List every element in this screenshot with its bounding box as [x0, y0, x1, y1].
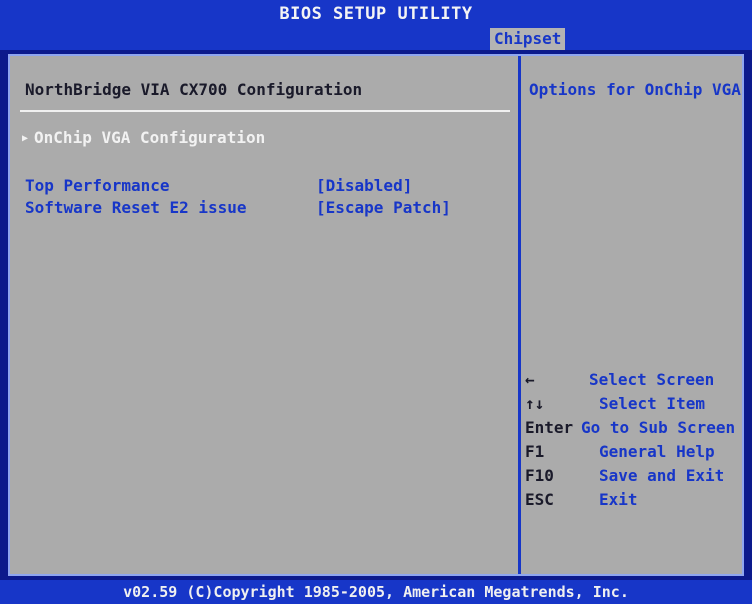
panel-separator: [518, 56, 521, 574]
setting-label-top-performance: Top Performance: [25, 176, 170, 195]
title-bar: BIOS SETUP UTILITY: [0, 0, 752, 28]
section-title: NorthBridge VIA CX700 Configuration: [25, 80, 363, 99]
key-desc: Save and Exit: [599, 466, 725, 485]
key-label: F10: [525, 466, 554, 485]
tab-chipset[interactable]: Chipset: [490, 28, 566, 50]
footer-copyright: v02.59 (C)Copyright 1985-2005, American …: [0, 580, 752, 604]
key-desc: General Help: [599, 442, 715, 461]
key-desc: Select Screen: [589, 370, 715, 389]
content-panel: NorthBridge VIA CX700 Configuration ▶ OnC…: [8, 54, 744, 576]
section-divider: [20, 110, 510, 112]
tab-bar: Chipset: [0, 28, 752, 50]
submenu-label: OnChip VGA Configuration: [34, 128, 266, 147]
setting-value-top-performance[interactable]: [Disabled]: [316, 176, 412, 195]
setting-label-software-reset: Software Reset E2 issue: [25, 198, 247, 217]
bios-screen: BIOS SETUP UTILITY Chipset NorthBridge V…: [0, 0, 752, 604]
submenu-arrow-icon: ▶: [22, 133, 29, 144]
key-desc: Go to Sub Screen: [581, 418, 736, 437]
key-label: Enter: [525, 418, 574, 437]
help-text: Options for OnChip VGA: [529, 80, 741, 99]
submenu-onchip-vga[interactable]: ▶ OnChip VGA Configuration: [22, 128, 265, 147]
setting-value-software-reset[interactable]: [Escape Patch]: [316, 198, 451, 217]
left-arrow-icon: ←: [525, 370, 535, 389]
key-label: F1: [525, 442, 545, 461]
key-desc: Exit: [599, 490, 638, 509]
utility-title: BIOS SETUP UTILITY: [279, 4, 473, 24]
key-label: ESC: [525, 490, 554, 509]
key-desc: Select Item: [599, 394, 705, 413]
up-down-arrow-icon: ↑↓: [525, 394, 545, 413]
